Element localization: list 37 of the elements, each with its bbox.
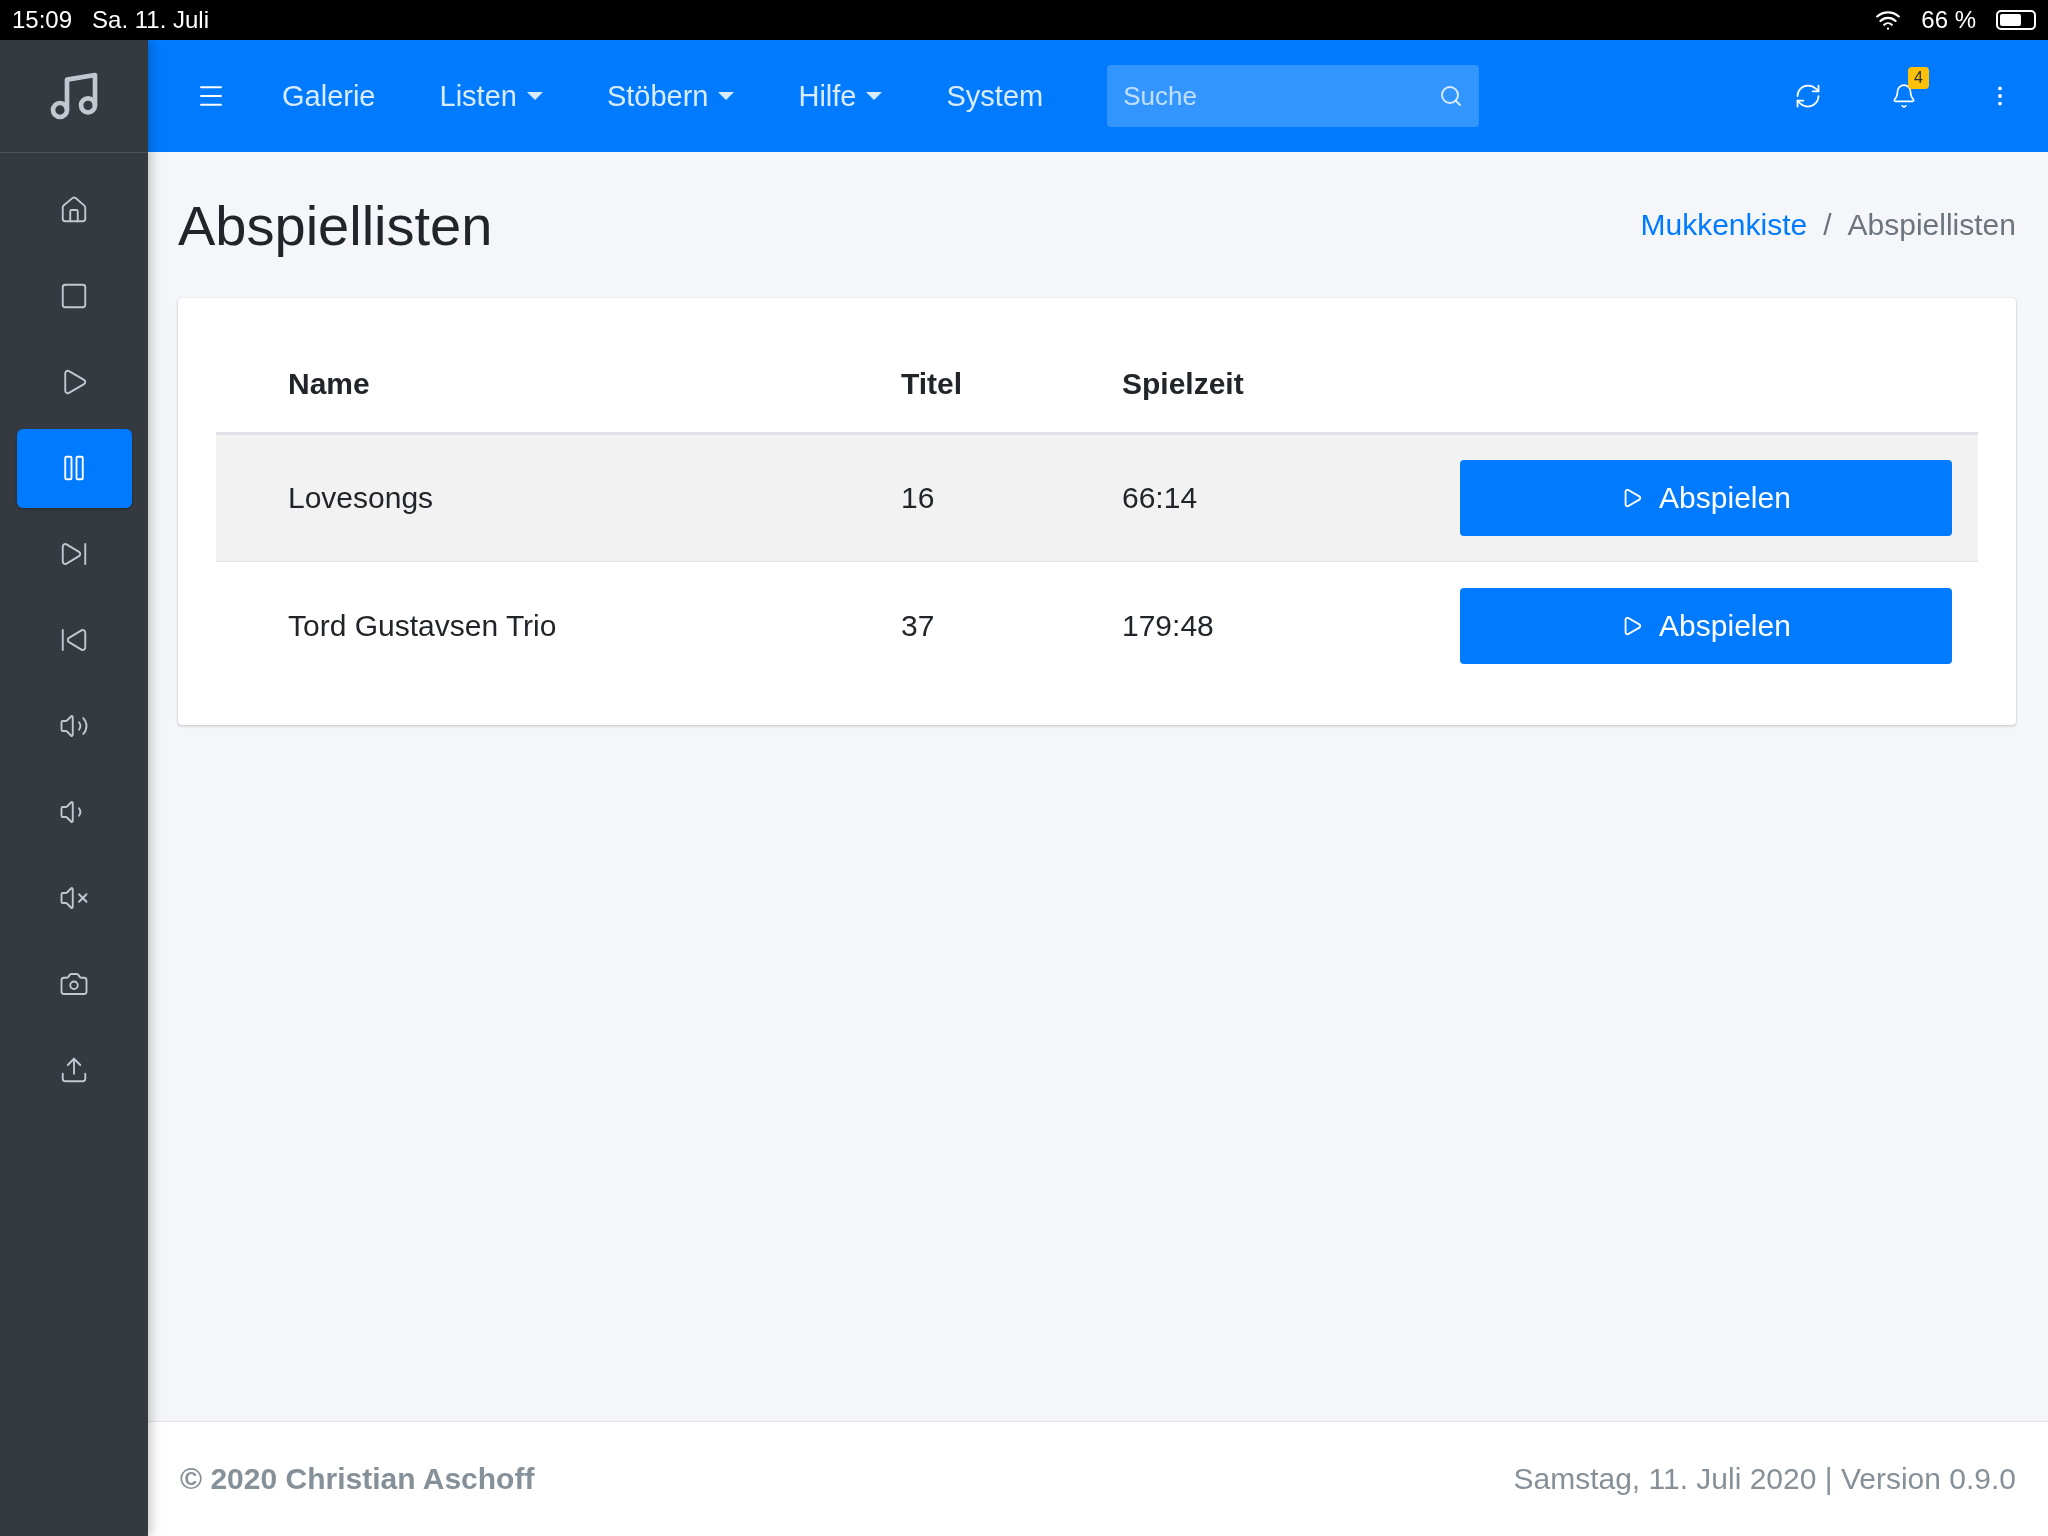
playlist-name: Lovesongs (288, 481, 435, 515)
copyright: © 2020 Christian Aschoff (180, 1462, 535, 1496)
breadcrumb-separator: / (1823, 208, 1832, 242)
stop-icon (59, 281, 89, 311)
refresh-icon[interactable] (1794, 82, 1822, 110)
footer-info: Samstag, 11. Juli 2020 | Version 0.9.0 (1513, 1462, 2016, 1496)
column-header: Spielzeit (1122, 366, 1245, 401)
caret-icon (718, 92, 735, 100)
breadcrumb-current: Abspiellisten (1847, 208, 2016, 242)
nav-link[interactable]: Listen (407, 79, 575, 113)
play-button[interactable]: Abspielen (1460, 460, 1952, 536)
bell-icon[interactable] (1891, 83, 1917, 109)
column-header: Name (288, 366, 371, 401)
breadcrumb-link[interactable]: Mukkenkiste (1640, 208, 1808, 242)
playtime: 66:14 (1122, 481, 1199, 515)
playtime: 179:48 (1122, 608, 1215, 643)
battery-percent: 66 % (1921, 6, 1976, 34)
sidebar-button[interactable] (16, 428, 132, 508)
nav-link[interactable]: System (914, 79, 1076, 113)
column-header: Titel (901, 366, 964, 401)
battery-icon (1996, 10, 2036, 30)
home-icon (59, 195, 89, 225)
nav-link[interactable]: Galerie (250, 79, 408, 113)
upload-icon (59, 1055, 89, 1085)
status-date: Sa. 11. Juli (92, 6, 209, 34)
caret-icon (526, 92, 543, 100)
track-count: 37 (901, 608, 936, 643)
playlist-name: Tord Gustavsen Trio (288, 608, 558, 643)
nav-link[interactable]: Hilfe (766, 79, 915, 113)
page-title: Abspiellisten (178, 192, 493, 258)
search-icon[interactable] (1439, 84, 1464, 108)
caret-icon (866, 92, 883, 100)
nav-link[interactable]: Stöbern (574, 79, 767, 113)
status-time: 15:09 (12, 6, 73, 34)
notification-badge: 4 (1908, 67, 1929, 89)
track-count: 16 (901, 481, 936, 515)
play-button[interactable]: Abspielen (1460, 587, 1952, 664)
